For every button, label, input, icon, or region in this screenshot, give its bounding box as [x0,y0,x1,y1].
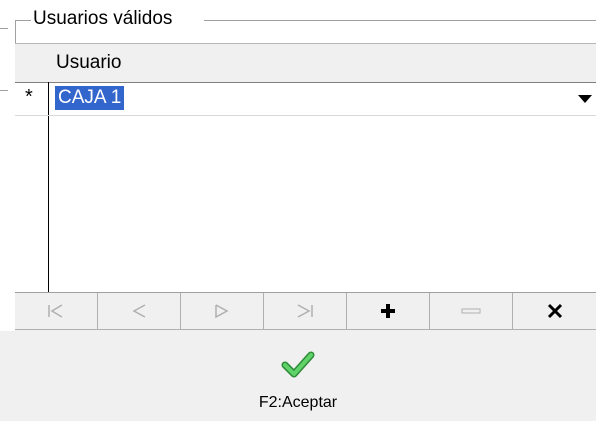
users-grid[interactable]: Usuario * CAJA 1 [15,43,596,293]
first-record-button[interactable] [15,293,98,330]
row-insert-marker: * [25,86,33,108]
table-row[interactable]: * CAJA 1 [15,82,596,116]
checkmark-icon [281,351,315,378]
last-record-icon [297,304,313,318]
grid-header: Usuario [15,44,596,83]
usuario-cell[interactable]: CAJA 1 [55,86,125,110]
insert-record-button[interactable] [347,293,430,330]
prior-record-button[interactable] [98,293,181,330]
groupbox-title: Usuarios válidos [31,8,175,30]
cancel-edit-button[interactable] [513,293,596,330]
accept-button[interactable]: F2:Aceptar [233,346,363,416]
groupbox-border-top-left [15,20,31,21]
delete-record-button[interactable] [430,293,513,330]
left-frame-line-2 [0,90,8,91]
record-navigator [15,292,596,332]
minus-icon [461,308,481,314]
prior-record-icon [132,304,146,318]
column-header-usuario[interactable]: Usuario [56,52,121,74]
accept-button-label: F2:Aceptar [258,394,338,411]
next-record-icon [215,304,229,319]
next-record-button[interactable] [181,293,264,330]
first-record-icon [48,304,63,318]
plus-icon [381,304,395,318]
left-frame-line [0,28,8,29]
groupbox-border-top-right [204,20,596,21]
chevron-down-icon[interactable] [578,95,592,103]
x-icon [547,303,562,319]
last-record-button[interactable] [264,293,347,330]
